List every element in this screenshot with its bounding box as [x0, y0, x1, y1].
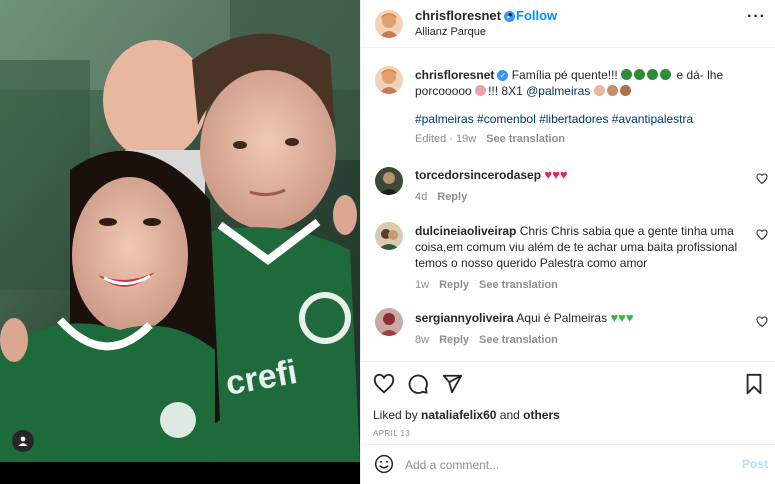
- comment-meta: 4d Reply: [415, 189, 735, 205]
- comment-like-heart-icon[interactable]: [756, 229, 768, 241]
- caption: chrisfloresnet ✓ Família pé quente!!! e d…: [415, 67, 765, 147]
- post-photo-illustration: crefi: [0, 0, 360, 462]
- caption-username[interactable]: chrisfloresnet: [415, 68, 494, 82]
- post-location[interactable]: Allianz Parque: [415, 26, 486, 38]
- comment-item: dulcineiaoliveirap Chris Chris sabia que…: [415, 223, 760, 293]
- photo-bottom-strip: [0, 462, 360, 484]
- caption-meta: Edited · 19w See translation: [415, 133, 566, 145]
- comment-reply-button[interactable]: Reply: [437, 191, 467, 203]
- separator-dot: •: [508, 7, 513, 22]
- green-heart-emoji-icon: ♥♥♥: [610, 310, 634, 325]
- heart-emoji-icon: ♥♥♥: [544, 167, 568, 182]
- caption-avatar[interactable]: [375, 66, 403, 94]
- comment-age[interactable]: 8w: [415, 334, 429, 346]
- likes-summary: Liked by nataliafelix60 and others: [373, 408, 560, 422]
- emoji-icon[interactable]: [374, 454, 394, 474]
- add-comment-input[interactable]: [405, 455, 725, 475]
- post-date[interactable]: APRIL 13: [373, 429, 410, 438]
- comment-icon[interactable]: [407, 373, 429, 395]
- add-comment-bar: Post: [361, 444, 775, 484]
- comment-age[interactable]: 4d: [415, 191, 427, 203]
- commenter-avatar[interactable]: [375, 308, 403, 336]
- caption-text-1: Família pé quente!!!: [511, 68, 618, 82]
- user-tag-button[interactable]: [12, 430, 34, 452]
- comment-meta: 8w Reply See translation: [415, 332, 735, 348]
- family-emoji-icon: [593, 84, 633, 98]
- caption-text-2: e dá- lhe: [676, 68, 724, 82]
- comment-see-translation[interactable]: See translation: [479, 334, 558, 346]
- post-sidebar: chrisfloresnet ✓ • Follow Allianz Parque …: [360, 0, 775, 484]
- comment-username[interactable]: dulcineiaoliveirap: [415, 224, 516, 238]
- bookmark-icon[interactable]: [744, 373, 764, 395]
- post-header: chrisfloresnet ✓ • Follow Allianz Parque …: [361, 0, 775, 48]
- comment-username[interactable]: torcedorsincerodasep: [415, 168, 541, 182]
- likes-user[interactable]: nataliafelix60: [421, 408, 496, 422]
- comment-text-line-2: coisa,em comum viu além de te achar uma …: [415, 240, 738, 254]
- likes-and: and: [499, 408, 520, 422]
- verified-badge-icon: ✓: [497, 70, 509, 81]
- clover-emoji-icon: [621, 68, 673, 82]
- comment-reply-button[interactable]: Reply: [439, 279, 469, 291]
- comment-text-line-3: temos o nosso querido Palestra como amor: [415, 256, 648, 270]
- caption-mention[interactable]: @palmeiras: [526, 84, 590, 98]
- commenter-avatar[interactable]: [375, 167, 403, 195]
- comment-text: Aqui é Palmeiras: [516, 311, 608, 325]
- author-username-row: chrisfloresnet ✓: [415, 8, 515, 23]
- comment-like-heart-icon[interactable]: [756, 173, 768, 185]
- commenter-avatar-image: [375, 222, 403, 250]
- caption-edited: Edited: [415, 133, 447, 145]
- commenter-avatar[interactable]: [375, 222, 403, 250]
- author-avatar-image: [375, 10, 403, 38]
- follow-button[interactable]: Follow: [516, 8, 557, 23]
- likes-prefix: Liked by: [373, 408, 418, 422]
- share-icon[interactable]: [441, 373, 463, 395]
- comment-item: torcedorsincerodasep ♥♥♥ 4d Reply: [415, 167, 735, 205]
- likes-others[interactable]: others: [523, 408, 560, 422]
- caption-age[interactable]: 19w: [456, 133, 476, 145]
- heart-icon[interactable]: [373, 373, 395, 395]
- comment-reply-button[interactable]: Reply: [439, 334, 469, 346]
- caption-avatar-image: [375, 66, 403, 94]
- comment-age[interactable]: 1w: [415, 279, 429, 291]
- commenter-avatar-image: [375, 167, 403, 195]
- author-username[interactable]: chrisfloresnet: [415, 8, 501, 23]
- caption-see-translation[interactable]: See translation: [486, 133, 565, 145]
- comment-username[interactable]: sergiannyoliveira: [415, 311, 514, 325]
- post-comment-button[interactable]: Post: [742, 457, 768, 471]
- more-options-icon[interactable]: ···: [747, 9, 766, 25]
- comment-item: sergiannyoliveira Aqui é Palmeiras ♥♥♥ 8…: [415, 310, 735, 348]
- caption-hashtags[interactable]: #palmeiras #comenbol #libertadores #avan…: [415, 111, 765, 127]
- author-avatar[interactable]: [375, 10, 403, 38]
- comment-text: Chris Chris sabia que a gente tinha uma: [519, 224, 734, 238]
- comment-like-heart-icon[interactable]: [756, 316, 768, 328]
- action-bar: [361, 361, 775, 405]
- commenter-avatar-image: [375, 308, 403, 336]
- user-tag-icon: [18, 436, 28, 446]
- pig-emoji-icon: [475, 85, 487, 96]
- comment-see-translation[interactable]: See translation: [479, 279, 558, 291]
- comments-list[interactable]: chrisfloresnet ✓ Família pé quente!!! e d…: [361, 49, 775, 361]
- caption-text-4: !!! 8X1: [488, 84, 523, 98]
- comment-meta: 1w Reply See translation: [415, 277, 760, 293]
- caption-text-3: porcooooo: [415, 84, 472, 98]
- post-photo[interactable]: crefi: [0, 0, 360, 462]
